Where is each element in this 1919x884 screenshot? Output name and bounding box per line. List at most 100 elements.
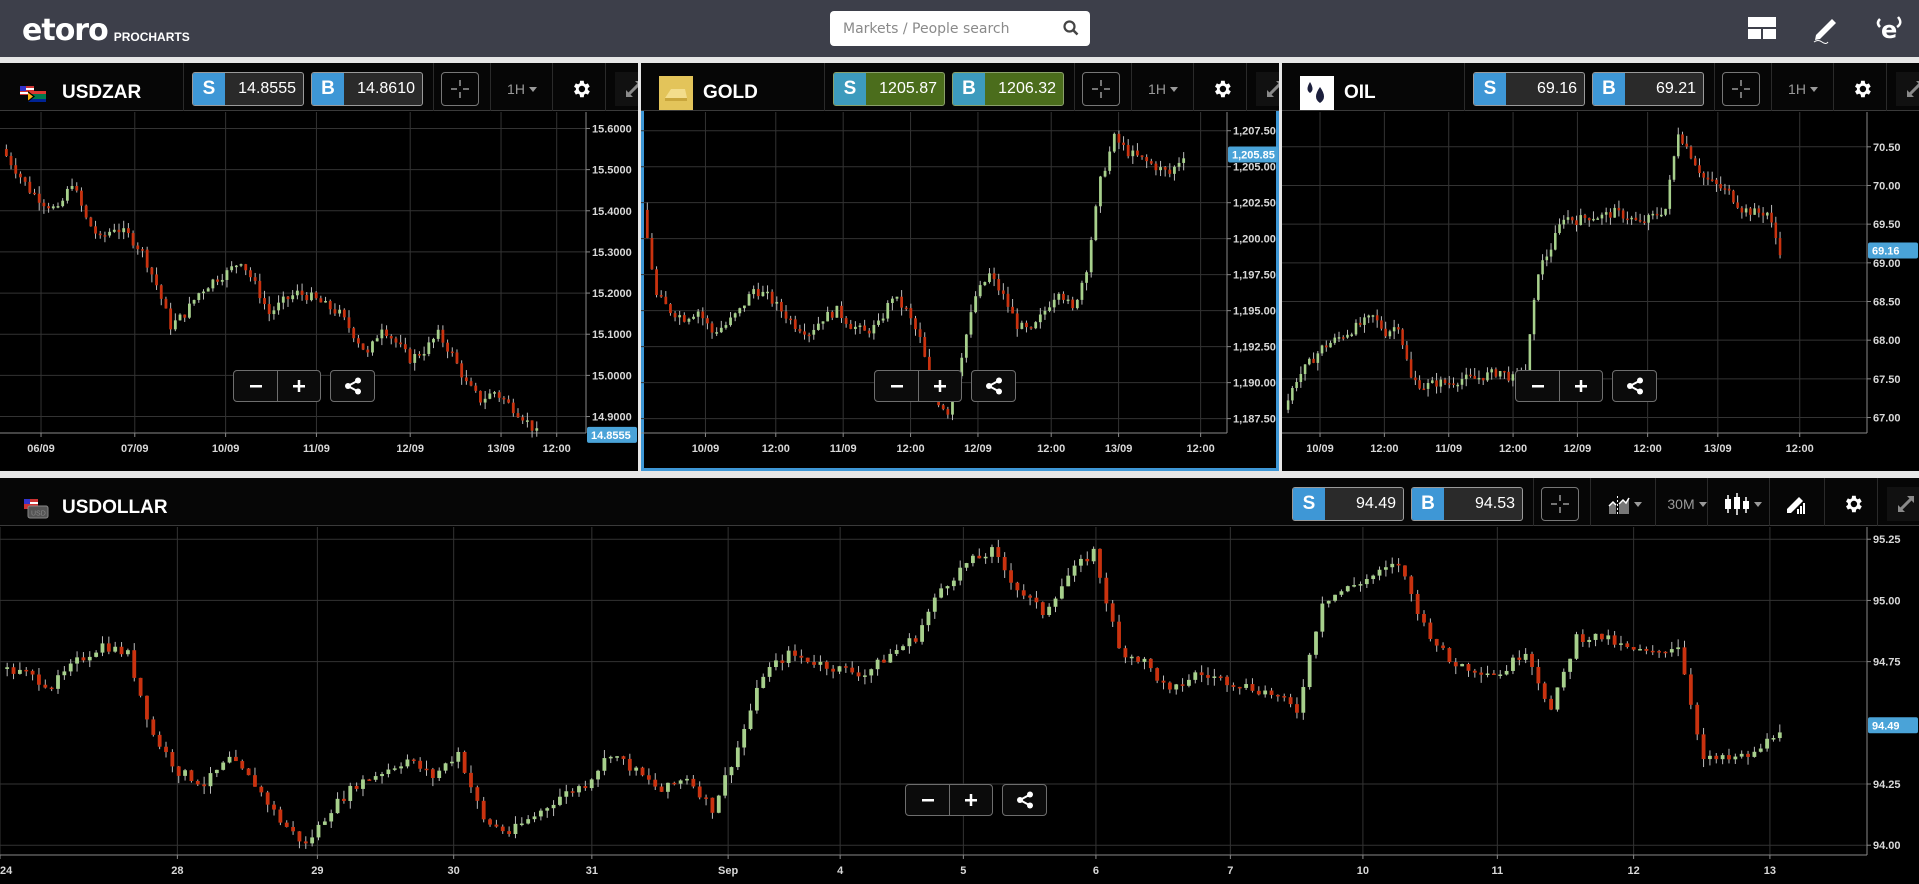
layout-icon[interactable] [1745, 11, 1779, 45]
candle [303, 836, 308, 849]
share-icon[interactable] [1613, 371, 1656, 401]
candle-body [303, 841, 308, 844]
buy-button[interactable]: B 14.8610 [311, 72, 423, 106]
edit-pencil-icon[interactable] [1808, 11, 1842, 45]
search-input[interactable] [830, 11, 1040, 46]
zoom-group [233, 370, 321, 402]
zoom-out-button[interactable] [875, 371, 918, 401]
crosshair-icon[interactable] [1082, 72, 1120, 106]
candle-body [1043, 310, 1047, 315]
price-chart[interactable]: 95.25 95.00 94.75 94.25 94.00 24 28 29 30 31 Sep 4 5… [0, 527, 1919, 884]
timeframe-dropdown[interactable]: 1H [498, 72, 546, 106]
instrument-name[interactable]: USDOLLAR [62, 491, 168, 525]
zoom-in-button[interactable] [918, 371, 961, 401]
buy-button[interactable]: B 94.53 [1411, 487, 1523, 521]
instrument-name[interactable]: GOLD [703, 76, 758, 110]
price-chart[interactable]: 70.50 70.00 69.50 69.00 68.50 68.00 67.50 67.00… [1282, 112, 1919, 471]
share-icon[interactable] [1003, 785, 1046, 815]
candle-body [867, 330, 871, 334]
sell-button[interactable]: S 94.49 [1292, 487, 1404, 521]
drawing-tools-icon[interactable] [1779, 487, 1813, 521]
candle [1159, 160, 1162, 177]
settings-gear-icon[interactable] [1205, 72, 1239, 106]
candle-body [1244, 684, 1249, 688]
timeframe-dropdown[interactable]: 1H [1139, 72, 1187, 106]
buy-button[interactable]: B 1206.32 [952, 72, 1064, 106]
candle-body [706, 318, 709, 324]
expand-icon[interactable] [1887, 487, 1919, 521]
candle-body [284, 822, 289, 827]
candle [475, 785, 480, 809]
candle [1085, 551, 1090, 566]
candle [894, 644, 899, 657]
candle [1490, 367, 1493, 380]
candle-body [521, 417, 525, 421]
crosshair-icon[interactable] [1541, 487, 1579, 521]
candle [1736, 195, 1739, 209]
timeframe-label: 30M [1667, 496, 1695, 512]
share-icon[interactable] [331, 371, 374, 401]
sell-button[interactable]: S 1205.87 [833, 72, 945, 106]
expand-icon[interactable] [1896, 72, 1919, 106]
settings-gear-icon[interactable] [1845, 72, 1879, 106]
sell-button[interactable]: S 69.16 [1473, 72, 1585, 106]
search-icon[interactable] [1062, 19, 1080, 37]
candle-body [1066, 575, 1071, 587]
compare-icon[interactable] [1604, 487, 1646, 521]
price-chart[interactable]: 1,207.50 1,205.00 1,202.50 1,200.00 1,197.50… [641, 112, 1279, 471]
candle-body [767, 667, 772, 677]
candle [51, 204, 55, 210]
candle-body [877, 320, 880, 325]
zoom-in-button[interactable] [949, 785, 992, 815]
timeframe-dropdown[interactable]: 1H [1779, 72, 1827, 106]
candle [367, 778, 372, 781]
etoro-logo[interactable]: eToro PROCHARTS [22, 8, 190, 48]
y-tick-label: 15.3000 [592, 247, 632, 259]
candle [497, 390, 501, 402]
candle [456, 747, 461, 769]
candle [62, 666, 67, 680]
zoom-out-button[interactable] [234, 371, 277, 401]
candle [394, 336, 398, 348]
candle-body [840, 305, 843, 319]
candle-body [1104, 577, 1109, 604]
candle [1485, 665, 1490, 678]
share-icon[interactable] [972, 371, 1015, 401]
candle [659, 783, 664, 792]
candle-type-icon[interactable] [1719, 487, 1767, 521]
timeframe-dropdown[interactable]: 30M [1663, 487, 1711, 521]
etoro-profile-icon[interactable]: e [1872, 11, 1906, 45]
candle-body [230, 266, 234, 271]
zoom-in-button[interactable] [1559, 371, 1602, 401]
expand-icon[interactable] [615, 72, 638, 106]
zoom-in-button[interactable] [277, 371, 320, 401]
candle-body [1498, 674, 1503, 677]
timeframe-label: 1H [507, 81, 525, 97]
candle [94, 650, 99, 658]
candle [1609, 208, 1612, 225]
settings-gear-icon[interactable] [1836, 487, 1870, 521]
candle-body [192, 299, 196, 304]
instrument-name[interactable]: USDZAR [62, 76, 141, 110]
expand-icon[interactable] [1256, 72, 1279, 106]
candle-body [195, 780, 200, 785]
crosshair-icon[interactable] [441, 72, 479, 106]
header-divider [1074, 63, 1075, 111]
candle-body [1644, 648, 1649, 651]
price-chart[interactable]: 15.6000 15.5000 15.4000 15.3000 15.2000 15.10… [0, 112, 638, 471]
candle [441, 325, 445, 348]
zoom-out-button[interactable] [906, 785, 949, 815]
zoom-out-button[interactable] [1516, 371, 1559, 401]
candle [246, 767, 251, 776]
sell-button[interactable]: S 14.8555 [192, 72, 304, 106]
candle-body [664, 296, 668, 305]
settings-gear-icon[interactable] [564, 72, 598, 106]
candle-body [1507, 371, 1510, 381]
candle [650, 233, 654, 270]
buy-button[interactable]: B 69.21 [1592, 72, 1704, 106]
crosshair-icon[interactable] [1722, 72, 1760, 106]
candle [513, 816, 518, 839]
candle-body [1163, 167, 1167, 170]
y-tick-label: 1,190.00 [1233, 378, 1276, 390]
instrument-name[interactable]: OIL [1344, 76, 1376, 110]
